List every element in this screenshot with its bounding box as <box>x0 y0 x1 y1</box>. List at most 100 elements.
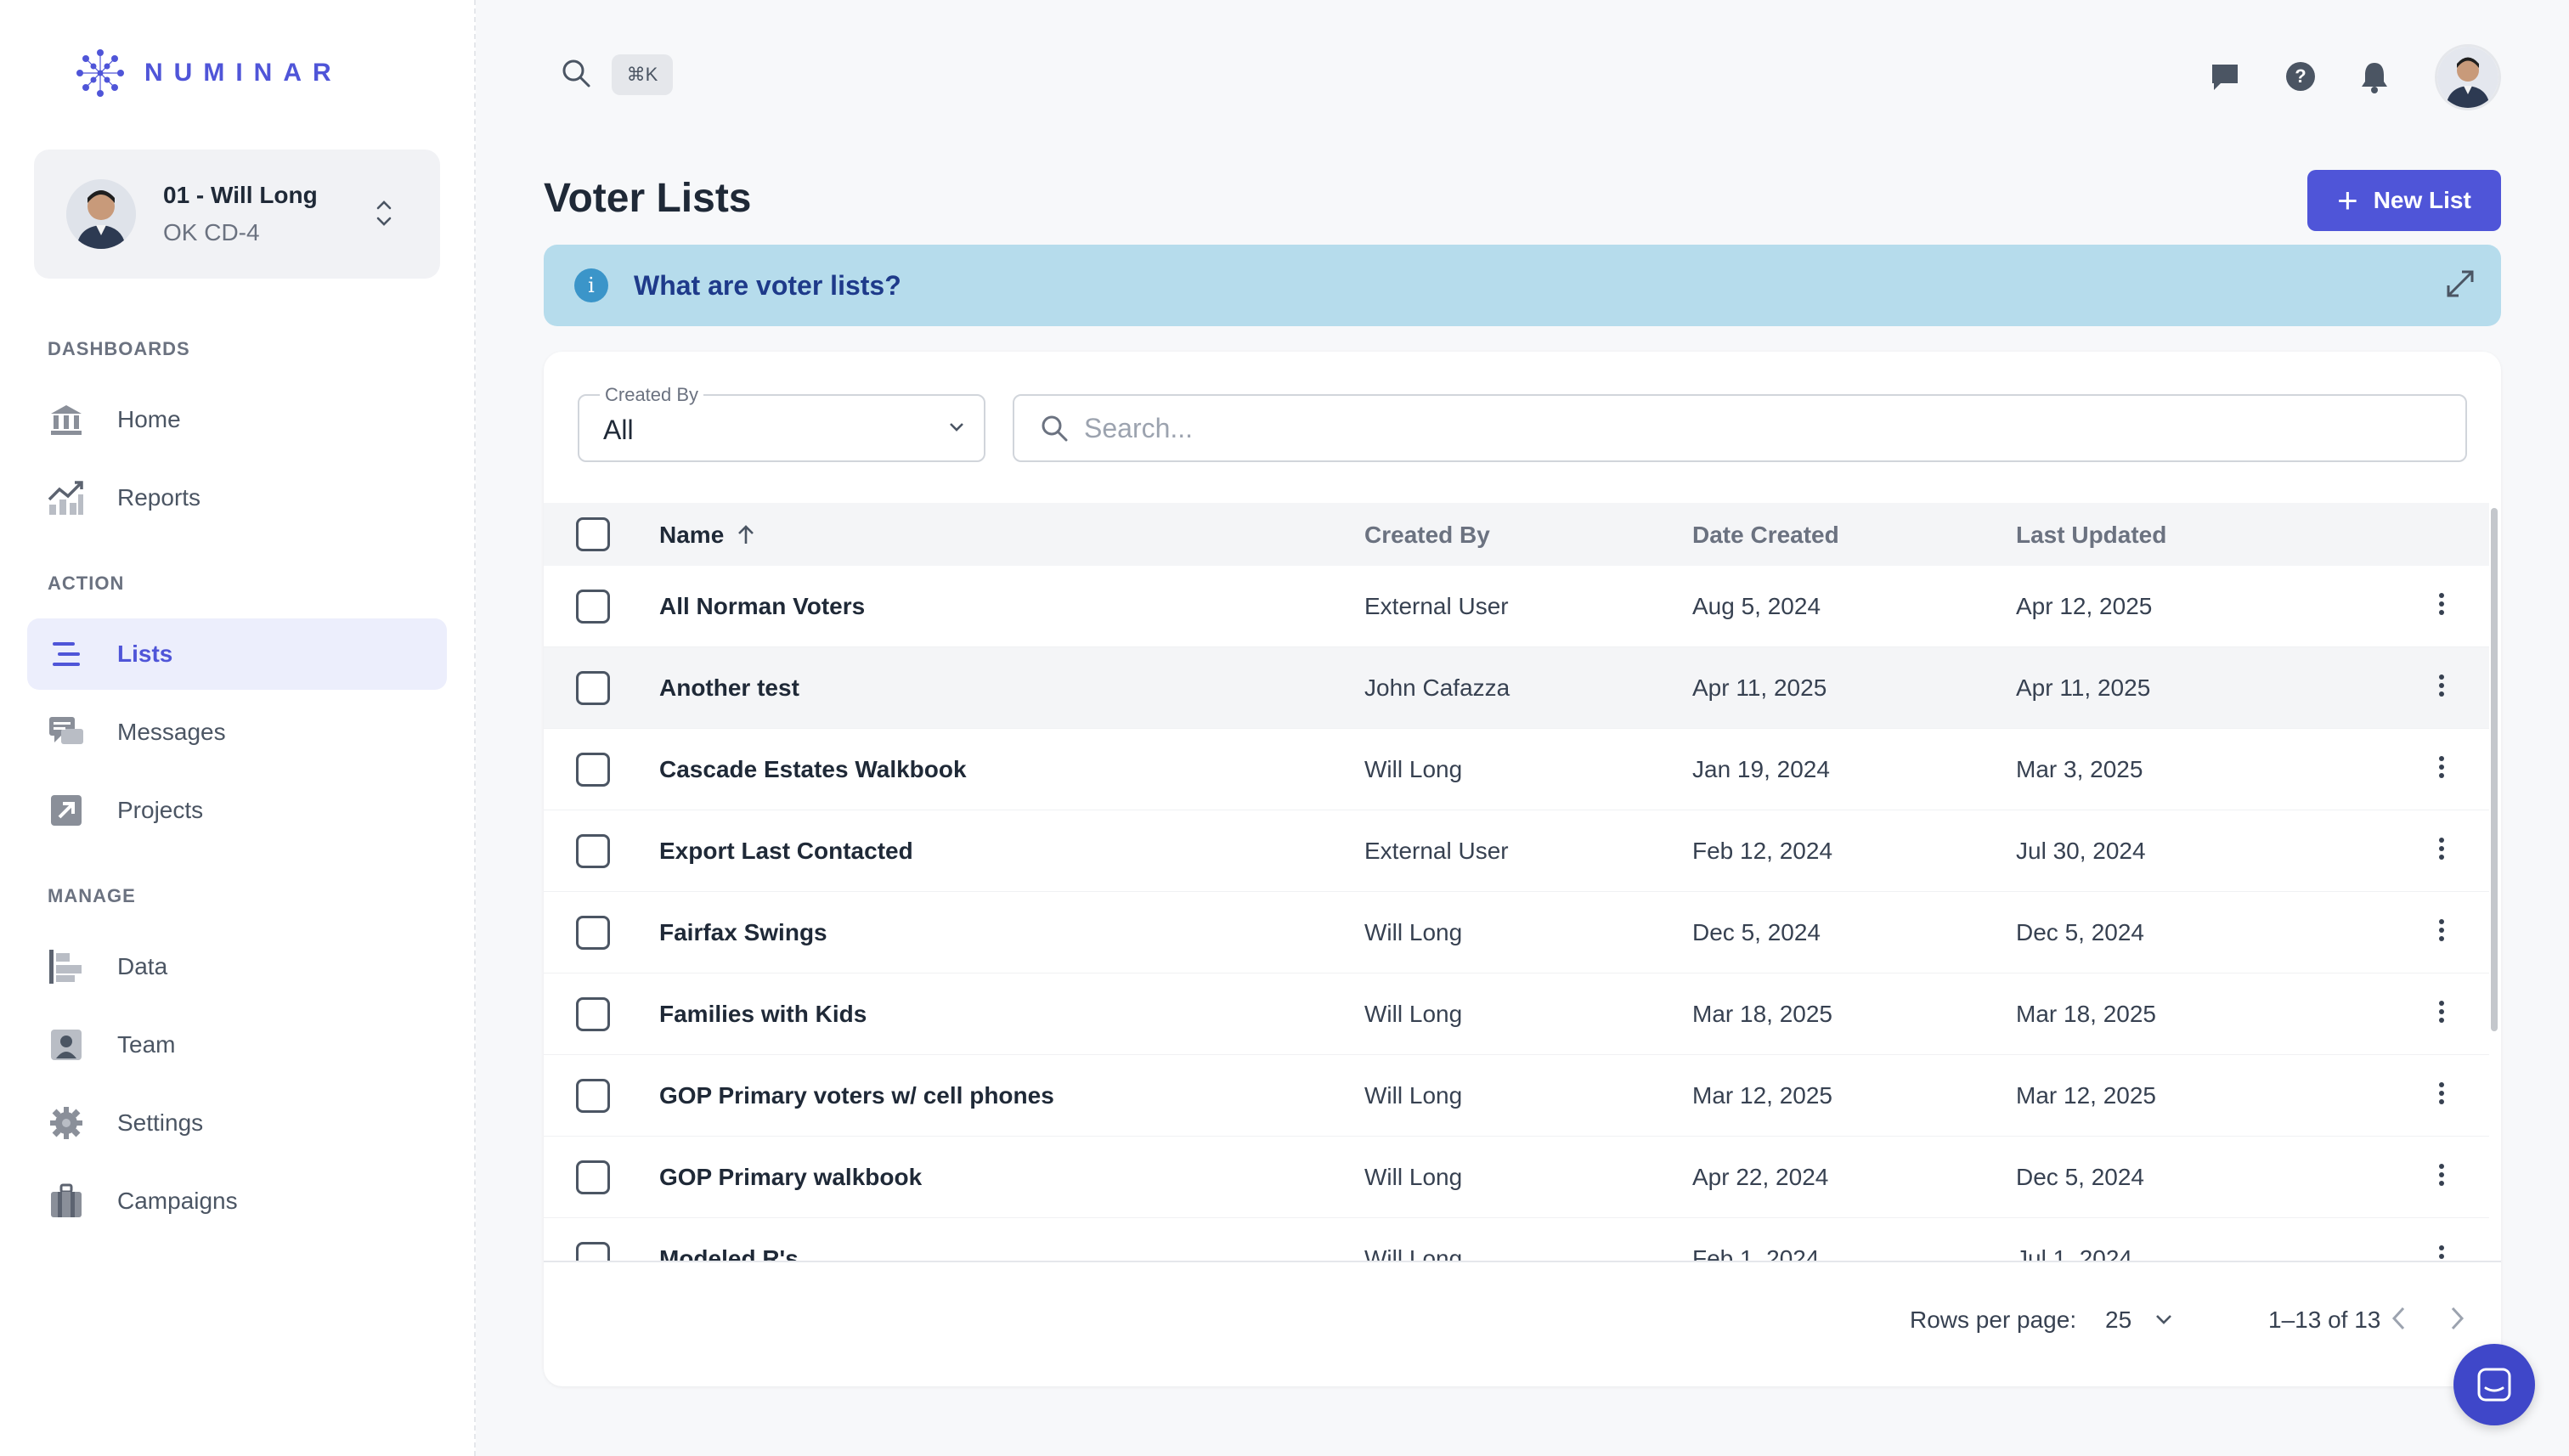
list-name[interactable]: All Norman Voters <box>659 593 865 620</box>
sidebar-item-messages[interactable]: Messages <box>27 697 447 768</box>
table-header: Name Created By Date Created Last Update… <box>544 503 2489 566</box>
numinar-logo-icon <box>76 49 124 97</box>
date-created: Feb 1, 2024 <box>1692 1245 1820 1261</box>
column-header-date-created[interactable]: Date Created <box>1692 522 1839 549</box>
section-label-action: ACTION <box>48 573 125 594</box>
row-checkbox[interactable] <box>576 671 610 705</box>
sidebar-item-data[interactable]: Data <box>27 931 447 1002</box>
sidebar-item-label: Home <box>117 406 181 432</box>
last-updated: Apr 12, 2025 <box>2016 593 2153 619</box>
row-checkbox[interactable] <box>576 1079 610 1113</box>
data-icon <box>48 948 85 985</box>
row-checkbox[interactable] <box>576 753 610 787</box>
table-body: All Norman Voters External User Aug 5, 2… <box>544 566 2489 1261</box>
person-icon <box>48 1026 85 1064</box>
created-by: Will Long <box>1364 1082 1463 1109</box>
scrollbar-thumb[interactable] <box>2491 508 2498 1031</box>
chevron-right-icon[interactable] <box>2447 1305 2467 1332</box>
sidebar-item-label: Reports <box>117 484 201 511</box>
last-updated: Mar 12, 2025 <box>2016 1082 2156 1109</box>
sidebar-item-label: Campaigns <box>117 1188 238 1214</box>
list-name[interactable]: Families with Kids <box>659 1001 867 1028</box>
sidebar-item-team[interactable]: Team <box>27 1009 447 1081</box>
list-name[interactable]: GOP Primary voters w/ cell phones <box>659 1082 1054 1109</box>
row-checkbox[interactable] <box>576 997 610 1031</box>
row-menu-icon[interactable] <box>2435 1242 2448 1261</box>
avatar <box>66 179 136 249</box>
sidebar-item-campaigns[interactable]: Campaigns <box>27 1165 447 1237</box>
last-updated: Dec 5, 2024 <box>2016 919 2144 945</box>
user-avatar[interactable] <box>2435 44 2501 110</box>
row-menu-icon[interactable] <box>2435 1160 2448 1194</box>
chevron-left-icon[interactable] <box>2389 1305 2409 1332</box>
select-all-checkbox[interactable] <box>576 517 610 551</box>
table-row[interactable]: Cascade Estates Walkbook Will Long Jan 1… <box>544 729 2489 810</box>
chat-bubble-icon <box>2477 1368 2511 1402</box>
row-menu-icon[interactable] <box>2435 997 2448 1031</box>
column-header-created-by[interactable]: Created By <box>1364 522 1490 549</box>
date-created: Mar 12, 2025 <box>1692 1082 1832 1109</box>
list-name[interactable]: Another test <box>659 674 799 702</box>
created-by-select[interactable]: Created By All <box>578 384 985 462</box>
plus-icon: + <box>2337 180 2358 220</box>
row-checkbox[interactable] <box>576 1242 610 1261</box>
date-created: Jan 19, 2024 <box>1692 756 1830 782</box>
search-field[interactable] <box>1013 394 2467 462</box>
sort-arrow-up-icon <box>738 525 754 544</box>
row-checkbox[interactable] <box>576 916 610 950</box>
row-menu-icon[interactable] <box>2435 834 2448 868</box>
table-row[interactable]: Export Last Contacted External User Feb … <box>544 810 2489 892</box>
column-header-name[interactable]: Name <box>659 522 758 549</box>
table-row[interactable]: Modeled R's Will Long Feb 1, 2024 Jul 1,… <box>544 1218 2489 1261</box>
search-input[interactable] <box>1084 412 2358 444</box>
search-icon[interactable] <box>561 58 591 88</box>
list-name[interactable]: Export Last Contacted <box>659 838 913 865</box>
date-created: Apr 11, 2025 <box>1692 674 1827 701</box>
sidebar-item-lists[interactable]: Lists <box>27 618 447 690</box>
search-icon <box>1042 415 1068 442</box>
sidebar-item-settings[interactable]: Settings <box>27 1087 447 1159</box>
list-name[interactable]: Fairfax Swings <box>659 919 827 946</box>
sidebar-item-projects[interactable]: Projects <box>27 775 447 846</box>
bank-icon <box>48 401 85 438</box>
table-row[interactable]: Another test John Cafazza Apr 11, 2025 A… <box>544 647 2489 729</box>
row-menu-icon[interactable] <box>2435 916 2448 950</box>
expand-icon[interactable] <box>2445 268 2476 299</box>
created-by: Will Long <box>1364 1245 1463 1261</box>
chat-icon[interactable] <box>2209 61 2241 93</box>
list-name[interactable]: Cascade Estates Walkbook <box>659 756 967 783</box>
table-row[interactable]: Fairfax Swings Will Long Dec 5, 2024 Dec… <box>544 892 2489 973</box>
row-checkbox[interactable] <box>576 590 610 624</box>
row-menu-icon[interactable] <box>2435 1079 2448 1113</box>
support-chat-button[interactable] <box>2453 1344 2535 1425</box>
row-menu-icon[interactable] <box>2435 671 2448 705</box>
table-row[interactable]: All Norman Voters External User Aug 5, 2… <box>544 566 2489 647</box>
row-menu-icon[interactable] <box>2435 753 2448 787</box>
info-banner[interactable]: i What are voter lists? <box>544 245 2501 326</box>
table-row[interactable]: GOP Primary walkbook Will Long Apr 22, 2… <box>544 1137 2489 1218</box>
sidebar-item-label: Projects <box>117 797 204 823</box>
table-row[interactable]: GOP Primary voters w/ cell phones Will L… <box>544 1055 2489 1137</box>
messages-icon <box>48 714 85 751</box>
sidebar-item-home[interactable]: Home <box>27 384 447 455</box>
sidebar-item-reports[interactable]: Reports <box>27 462 447 533</box>
help-icon[interactable]: ? <box>2285 61 2316 92</box>
created-by: Will Long <box>1364 1164 1463 1190</box>
column-header-name-label: Name <box>659 522 725 548</box>
bell-icon[interactable] <box>2360 61 2389 93</box>
shortcut-badge[interactable]: ⌘K <box>612 54 673 95</box>
row-checkbox[interactable] <box>576 834 610 868</box>
row-menu-icon[interactable] <box>2435 590 2448 624</box>
account-switcher[interactable]: 01 - Will Long OK CD-4 <box>34 150 440 279</box>
new-list-button[interactable]: + New List <box>2307 170 2501 231</box>
chevron-down-icon[interactable] <box>2154 1313 2173 1325</box>
list-name[interactable]: Modeled R's <box>659 1245 799 1261</box>
created-by: Will Long <box>1364 1001 1463 1027</box>
list-name[interactable]: GOP Primary walkbook <box>659 1164 922 1191</box>
column-header-last-updated[interactable]: Last Updated <box>2016 522 2166 549</box>
sidebar-item-label: Messages <box>117 719 226 745</box>
row-checkbox[interactable] <box>576 1160 610 1194</box>
rows-per-page-select[interactable]: 25 <box>2105 1306 2131 1334</box>
brand-logo[interactable]: NUMINAR <box>75 48 342 99</box>
table-row[interactable]: Families with Kids Will Long Mar 18, 202… <box>544 973 2489 1055</box>
